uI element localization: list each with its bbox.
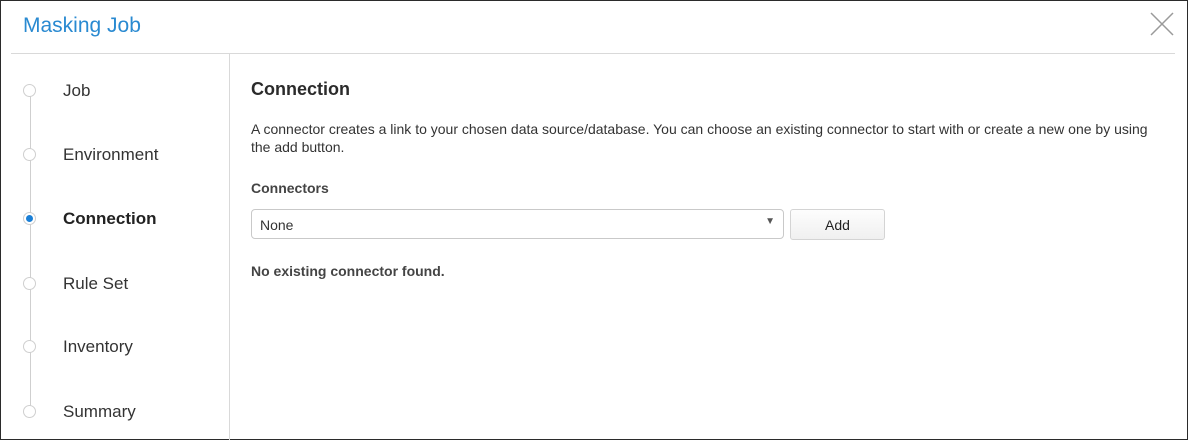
step-label: Environment (63, 145, 159, 164)
step-environment[interactable]: Environment (1, 138, 229, 178)
connectors-label: Connectors (251, 180, 329, 196)
step-label: Summary (63, 402, 136, 421)
step-rule-set[interactable]: Rule Set (1, 267, 229, 307)
section-description: A connector creates a link to your chose… (251, 121, 1148, 155)
step-indicator-icon (23, 84, 36, 97)
dialog-title: Masking Job (23, 14, 141, 37)
step-indicator-icon (23, 405, 36, 418)
step-label: Connection (63, 209, 157, 228)
close-icon[interactable] (1149, 11, 1175, 37)
step-job[interactable]: Job (1, 74, 229, 114)
section-title: Connection (251, 79, 350, 99)
empty-connectors-message: No existing connector found. (251, 263, 445, 279)
connector-select-value: None (260, 217, 294, 233)
step-indicator-icon (23, 277, 36, 290)
step-label: Job (63, 81, 91, 100)
chevron-down-icon: ▼ (765, 216, 775, 227)
sidebar-divider (229, 54, 230, 440)
step-connection[interactable]: Connection (1, 202, 229, 242)
add-connector-button[interactable]: Add (790, 209, 885, 240)
step-indicator-icon (23, 148, 36, 161)
masking-job-dialog: Masking Job Job Environment Connection R… (0, 0, 1188, 440)
step-active-indicator-icon (23, 212, 36, 225)
step-label: Inventory (63, 337, 133, 356)
step-label: Rule Set (63, 274, 129, 293)
connector-select[interactable]: None ▼ (251, 209, 784, 239)
step-inventory[interactable]: Inventory (1, 330, 229, 370)
wizard-steps: Job Environment Connection Rule Set Inve… (1, 54, 229, 440)
step-indicator-icon (23, 340, 36, 353)
step-summary[interactable]: Summary (1, 395, 229, 435)
